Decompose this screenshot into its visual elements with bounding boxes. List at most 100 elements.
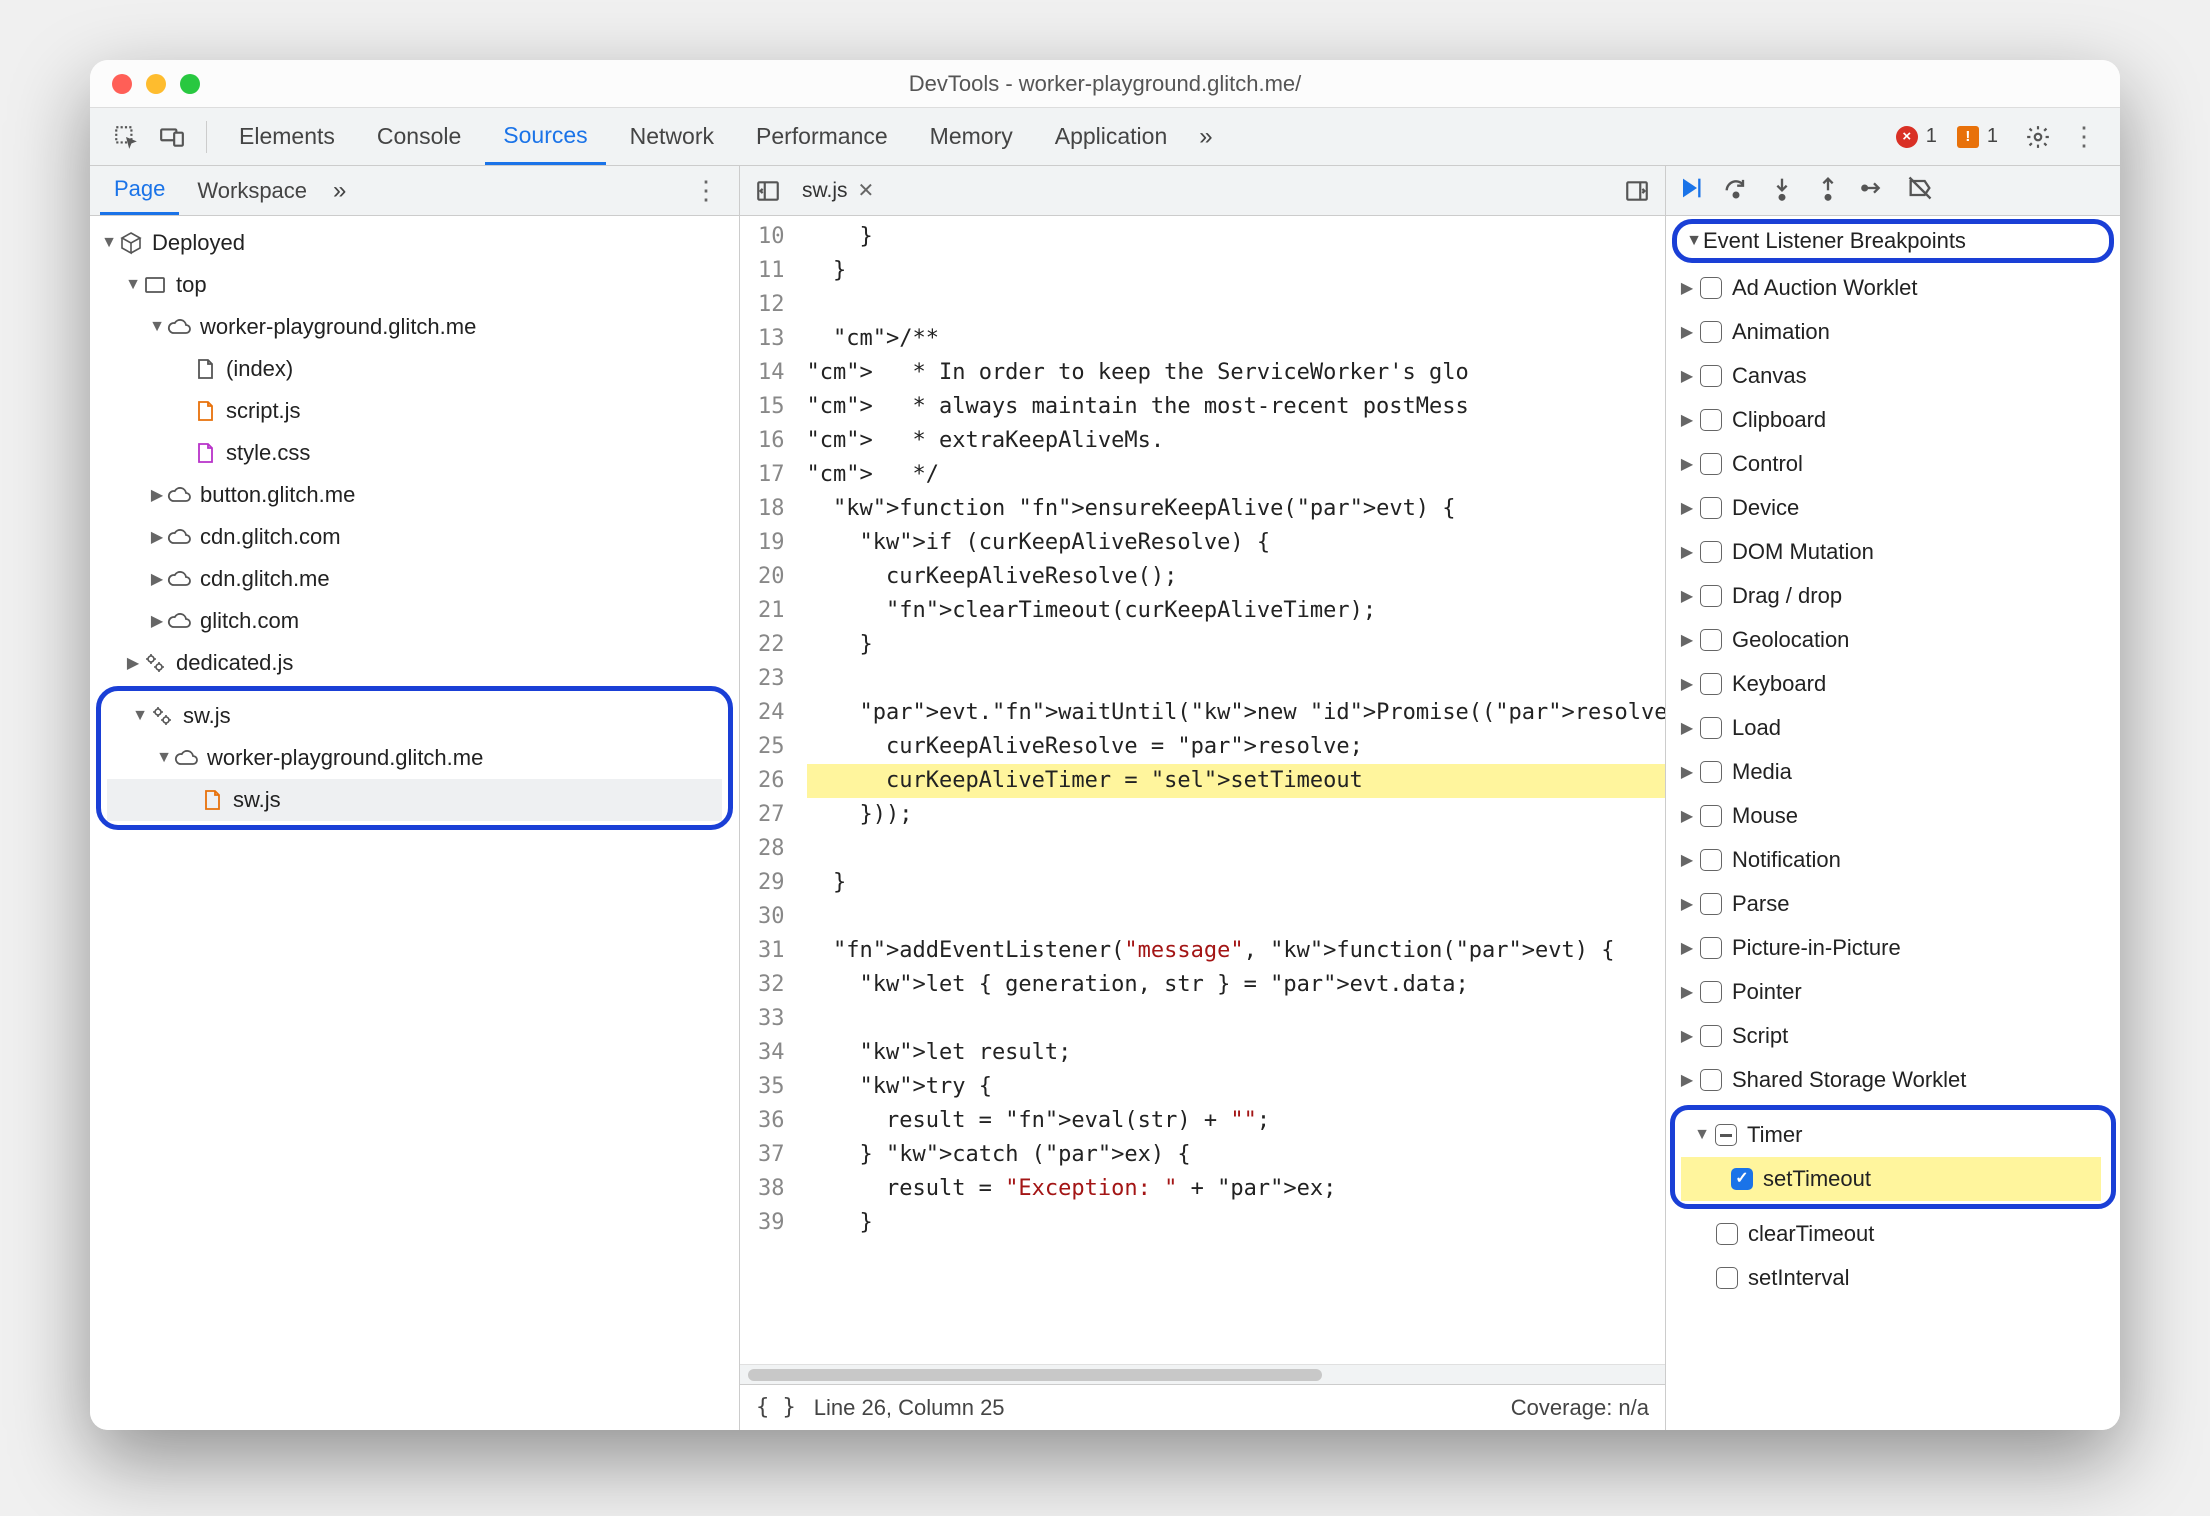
- bp-cleartimeout[interactable]: clearTimeout: [1666, 1212, 2120, 1256]
- checkbox-icon[interactable]: [1700, 541, 1722, 563]
- error-icon[interactable]: ×: [1896, 126, 1918, 148]
- checkbox-icon[interactable]: [1700, 1025, 1722, 1047]
- bp-category[interactable]: ▶Canvas: [1666, 354, 2120, 398]
- navigator-menu-icon[interactable]: ⋮: [683, 175, 729, 206]
- tab-network[interactable]: Network: [612, 108, 732, 165]
- tree-sw-root[interactable]: ▼sw.js: [107, 695, 722, 737]
- bp-settimeout[interactable]: setTimeout: [1681, 1157, 2101, 1201]
- tree-deployed[interactable]: ▼Deployed: [90, 222, 739, 264]
- bp-category[interactable]: ▶DOM Mutation: [1666, 530, 2120, 574]
- bp-category[interactable]: ▶Parse: [1666, 882, 2120, 926]
- warning-icon[interactable]: !: [1957, 126, 1979, 148]
- checkbox-icon[interactable]: [1700, 585, 1722, 607]
- checkbox-icon[interactable]: [1700, 981, 1722, 1003]
- navigator-overflow[interactable]: »: [325, 177, 354, 205]
- breakpoints-list: ▶Ad Auction Worklet▶Animation▶Canvas▶Cli…: [1666, 266, 2120, 1430]
- checkbox-icon[interactable]: [1700, 365, 1722, 387]
- checkbox-icon[interactable]: [1716, 1223, 1738, 1245]
- tree-domain[interactable]: ▼worker-playground.glitch.me: [90, 306, 739, 348]
- tree-dedicated[interactable]: ▶dedicated.js: [90, 642, 739, 684]
- toggle-debugger-icon[interactable]: [1617, 171, 1657, 211]
- checkbox-icon[interactable]: [1700, 321, 1722, 343]
- bp-category[interactable]: ▶Pointer: [1666, 970, 2120, 1014]
- checkbox-icon[interactable]: [1700, 805, 1722, 827]
- cloud-icon: [166, 314, 192, 340]
- bp-category-timer[interactable]: ▼Timer: [1681, 1113, 2101, 1157]
- resume-icon[interactable]: [1676, 174, 1704, 208]
- step-into-icon[interactable]: [1768, 174, 1796, 208]
- braces-icon[interactable]: { }: [756, 1395, 796, 1420]
- event-listener-breakpoints-header[interactable]: ▼Event Listener Breakpoints: [1672, 219, 2114, 263]
- step-icon[interactable]: [1860, 174, 1888, 208]
- bp-category[interactable]: ▶Mouse: [1666, 794, 2120, 838]
- settings-icon[interactable]: [2018, 117, 2058, 157]
- checkbox-checked-icon[interactable]: [1731, 1168, 1753, 1190]
- bp-category[interactable]: ▶Animation: [1666, 310, 2120, 354]
- bp-category[interactable]: ▶Clipboard: [1666, 398, 2120, 442]
- bp-category[interactable]: ▶Ad Auction Worklet: [1666, 266, 2120, 310]
- device-toolbar-icon[interactable]: [152, 117, 192, 157]
- tree-file-style[interactable]: style.css: [90, 432, 739, 474]
- highlight-sw-group: ▼sw.js ▼worker-playground.glitch.me sw.j…: [96, 686, 733, 830]
- tree-cloud-2[interactable]: ▶cdn.glitch.me: [90, 558, 739, 600]
- checkbox-icon[interactable]: [1700, 497, 1722, 519]
- kebab-menu-icon[interactable]: ⋮: [2064, 117, 2104, 157]
- step-over-icon[interactable]: [1722, 174, 1750, 208]
- bp-category[interactable]: ▶Geolocation: [1666, 618, 2120, 662]
- bp-setinterval[interactable]: setInterval: [1666, 1256, 2120, 1300]
- tree-sw-file[interactable]: sw.js: [107, 779, 722, 821]
- checkbox-icon[interactable]: [1716, 1267, 1738, 1289]
- bp-category[interactable]: ▶Device: [1666, 486, 2120, 530]
- tree-cloud-1[interactable]: ▶cdn.glitch.com: [90, 516, 739, 558]
- checkbox-icon[interactable]: [1700, 761, 1722, 783]
- tree-file-script[interactable]: script.js: [90, 390, 739, 432]
- code-editor[interactable]: 1011121314151617181920212223242526272829…: [740, 216, 1665, 1364]
- close-tab-icon[interactable]: ✕: [858, 178, 875, 203]
- tree-cloud-3[interactable]: ▶glitch.com: [90, 600, 739, 642]
- tree-top[interactable]: ▼top: [90, 264, 739, 306]
- tab-console[interactable]: Console: [359, 108, 479, 165]
- bp-category[interactable]: ▶Script: [1666, 1014, 2120, 1058]
- checkbox-icon[interactable]: [1700, 453, 1722, 475]
- deactivate-breakpoints-icon[interactable]: [1906, 174, 1934, 208]
- cursor-position: Line 26, Column 25: [814, 1395, 1005, 1421]
- checkbox-icon[interactable]: [1700, 409, 1722, 431]
- bp-category[interactable]: ▶Drag / drop: [1666, 574, 2120, 618]
- checkbox-icon[interactable]: [1700, 849, 1722, 871]
- tab-sources[interactable]: Sources: [485, 108, 605, 165]
- bp-category[interactable]: ▶Keyboard: [1666, 662, 2120, 706]
- step-out-icon[interactable]: [1814, 174, 1842, 208]
- checkbox-icon[interactable]: [1700, 937, 1722, 959]
- scrollbar-thumb[interactable]: [748, 1369, 1322, 1381]
- checkbox-icon[interactable]: [1700, 1069, 1722, 1091]
- bp-category[interactable]: ▶Media: [1666, 750, 2120, 794]
- toggle-navigator-icon[interactable]: [748, 171, 788, 211]
- bp-category[interactable]: ▶Load: [1666, 706, 2120, 750]
- checkbox-mixed-icon[interactable]: [1715, 1124, 1737, 1146]
- code-area[interactable]: } } "cm">/** "cm"> * In order to keep th…: [797, 216, 1666, 1364]
- tab-elements[interactable]: Elements: [221, 108, 353, 165]
- horizontal-scrollbar[interactable]: [740, 1364, 1665, 1384]
- tree-file-index[interactable]: (index): [90, 348, 739, 390]
- error-count: 1: [1926, 125, 1937, 148]
- checkbox-icon[interactable]: [1700, 277, 1722, 299]
- tree-cloud-0[interactable]: ▶button.glitch.me: [90, 474, 739, 516]
- bp-category[interactable]: ▶Picture-in-Picture: [1666, 926, 2120, 970]
- tree-sw-domain[interactable]: ▼worker-playground.glitch.me: [107, 737, 722, 779]
- tab-application[interactable]: Application: [1037, 108, 1186, 165]
- tab-performance[interactable]: Performance: [738, 108, 906, 165]
- checkbox-icon[interactable]: [1700, 717, 1722, 739]
- bp-category[interactable]: ▶Control: [1666, 442, 2120, 486]
- checkbox-icon[interactable]: [1700, 893, 1722, 915]
- bp-category[interactable]: ▶Shared Storage Worklet: [1666, 1058, 2120, 1102]
- inspect-icon[interactable]: [106, 117, 146, 157]
- checkbox-icon[interactable]: [1700, 673, 1722, 695]
- checkbox-icon[interactable]: [1700, 629, 1722, 651]
- navigator-panel: Page Workspace » ⋮ ▼Deployed ▼top ▼worke…: [90, 166, 740, 1430]
- subtab-page[interactable]: Page: [100, 166, 179, 215]
- editor-tab-swjs[interactable]: sw.js✕: [796, 178, 880, 203]
- subtab-workspace[interactable]: Workspace: [183, 166, 321, 215]
- bp-category[interactable]: ▶Notification: [1666, 838, 2120, 882]
- tab-memory[interactable]: Memory: [912, 108, 1031, 165]
- tabs-overflow[interactable]: »: [1191, 123, 1220, 151]
